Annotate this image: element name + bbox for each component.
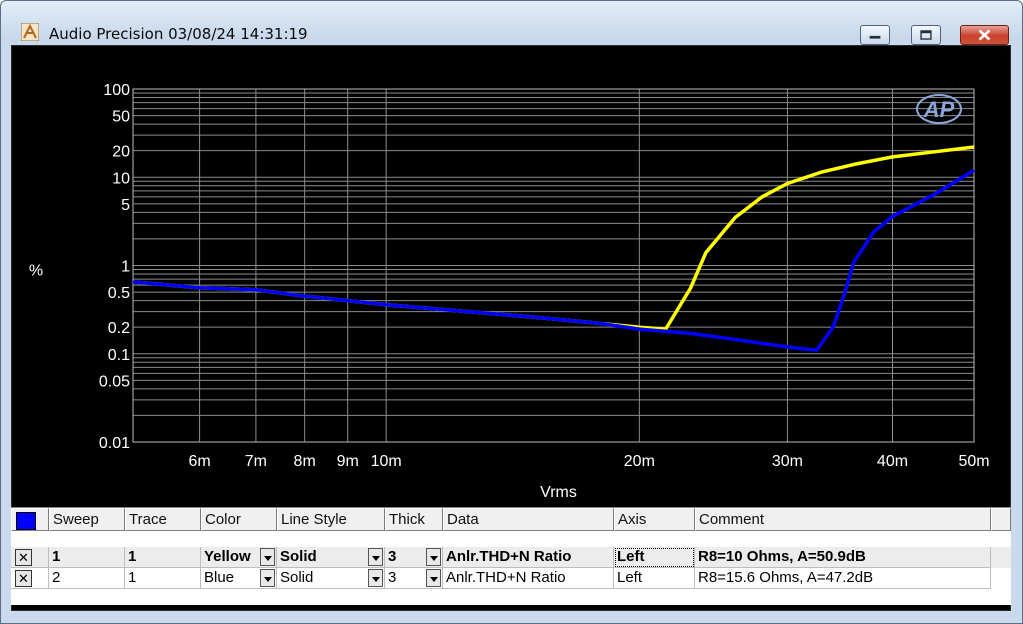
x-tick-label: 8m xyxy=(294,453,316,470)
header-trace[interactable]: Trace xyxy=(125,508,201,531)
title-bar[interactable]: Audio Precision 03/08/24 14:31:19 xyxy=(1,1,1022,45)
x-tick-label: 40m xyxy=(877,453,908,470)
close-button[interactable] xyxy=(960,25,1009,45)
header-spacer xyxy=(991,508,1011,531)
line-style-cell[interactable]: Solid xyxy=(277,568,385,589)
data-cell[interactable]: Anlr.THD+N Ratio xyxy=(443,568,614,589)
color-cell[interactable]: Blue xyxy=(201,568,277,589)
comment-cell[interactable]: R8=15.6 Ohms, A=47.2dB xyxy=(695,568,991,589)
x-icon[interactable]: ✕ xyxy=(15,549,32,566)
trace-cell[interactable]: 1 xyxy=(125,547,201,568)
line-style-cell[interactable]: Solid xyxy=(277,547,385,568)
ap-logo-text: AP xyxy=(923,97,955,122)
x-tick-label: 30m xyxy=(772,453,803,470)
maximize-icon xyxy=(920,30,932,40)
color-value: Blue xyxy=(204,569,235,586)
line-style-value: Solid xyxy=(280,569,314,586)
y-tick-label: 0.05 xyxy=(99,373,130,390)
sweep-cell[interactable]: 2 xyxy=(49,568,125,589)
x-tick-label: 50m xyxy=(958,453,989,470)
audio-precision-icon xyxy=(21,23,39,41)
trace-legend-table: Sweep Trace Color Line Style Thick Data … xyxy=(11,507,1011,605)
data-cell[interactable]: Anlr.THD+N Ratio xyxy=(443,547,614,568)
line-style-dropdown-button[interactable] xyxy=(368,548,383,566)
line-style-value: Solid xyxy=(280,548,317,565)
x-tick-label: 9m xyxy=(337,453,359,470)
delete-cell: ✕ xyxy=(11,568,49,589)
y-tick-label: 10 xyxy=(112,170,130,187)
x-icon[interactable]: ✕ xyxy=(15,570,32,587)
delete-cell: ✕ xyxy=(11,547,49,568)
header-comment[interactable]: Comment xyxy=(695,508,991,531)
table-row[interactable]: ✕ 1 1 Yellow Solid 3 Anlr.THD+N Ratio Le… xyxy=(11,547,1011,568)
y-axis-label: % xyxy=(29,263,43,280)
header-data[interactable]: Data xyxy=(443,508,614,531)
header-corner[interactable] xyxy=(11,508,49,531)
x-tick-label: 6m xyxy=(188,453,210,470)
x-tick-label: 7m xyxy=(245,453,267,470)
x-axis-label: Vrms xyxy=(540,484,577,501)
axis-cell[interactable]: Left xyxy=(614,568,695,589)
x-tick-label: 10m xyxy=(371,453,402,470)
y-tick-label: 0.1 xyxy=(108,347,130,364)
axis-cell[interactable]: Left xyxy=(614,547,695,568)
y-tick-label: 100 xyxy=(103,82,130,99)
window-title: Audio Precision 03/08/24 14:31:19 xyxy=(49,25,308,43)
color-dropdown-button[interactable] xyxy=(260,569,275,587)
y-tick-label: 50 xyxy=(112,109,130,126)
series-line-1 xyxy=(132,145,975,331)
y-tick-label: 0.01 xyxy=(99,435,130,452)
y-tick-label: 20 xyxy=(112,144,130,161)
sweep-cell[interactable]: 1 xyxy=(49,547,125,568)
thick-cell[interactable]: 3 xyxy=(385,547,443,568)
close-icon xyxy=(978,29,991,41)
x-tick-label: 20m xyxy=(624,453,655,470)
thick-cell[interactable]: 3 xyxy=(385,568,443,589)
header-axis[interactable]: Axis xyxy=(614,508,695,531)
thick-value: 3 xyxy=(388,548,397,565)
thick-dropdown-button[interactable] xyxy=(426,548,441,566)
header-sweep[interactable]: Sweep xyxy=(49,508,125,531)
header-line-style[interactable]: Line Style xyxy=(277,508,385,531)
table-row[interactable]: ✕ 2 1 Blue Solid 3 Anlr.THD+N Ratio Left… xyxy=(11,568,1011,589)
thick-value: 3 xyxy=(388,569,397,586)
y-tick-label: 5 xyxy=(121,197,130,214)
minimize-button[interactable] xyxy=(860,25,890,45)
header-thick[interactable]: Thick xyxy=(385,508,443,531)
minimize-icon xyxy=(869,35,881,39)
trace-cell[interactable]: 1 xyxy=(125,568,201,589)
thd-n-plot[interactable]: 100 50 20 10 5 1 0.5 0.2 0.1 0.05 0.01 6m 7m 8m 9m 10m 2… xyxy=(12,46,1012,508)
maximize-button[interactable] xyxy=(911,25,941,45)
color-value: Yellow xyxy=(204,548,251,565)
y-tick-label: 1 xyxy=(121,259,130,276)
audio-precision-window: Audio Precision 03/08/24 14:31:19 100 50 2… xyxy=(0,0,1023,624)
color-dropdown-button[interactable] xyxy=(260,548,275,566)
line-style-dropdown-button[interactable] xyxy=(368,569,383,587)
color-cell[interactable]: Yellow xyxy=(201,547,277,568)
comment-cell[interactable]: R8=10 Ohms, A=50.9dB xyxy=(695,547,991,568)
header-color[interactable]: Color xyxy=(201,508,277,531)
y-tick-label: 0.5 xyxy=(108,285,130,302)
thick-dropdown-button[interactable] xyxy=(426,569,441,587)
color-swatch xyxy=(16,512,36,530)
y-tick-label: 0.2 xyxy=(108,320,130,337)
